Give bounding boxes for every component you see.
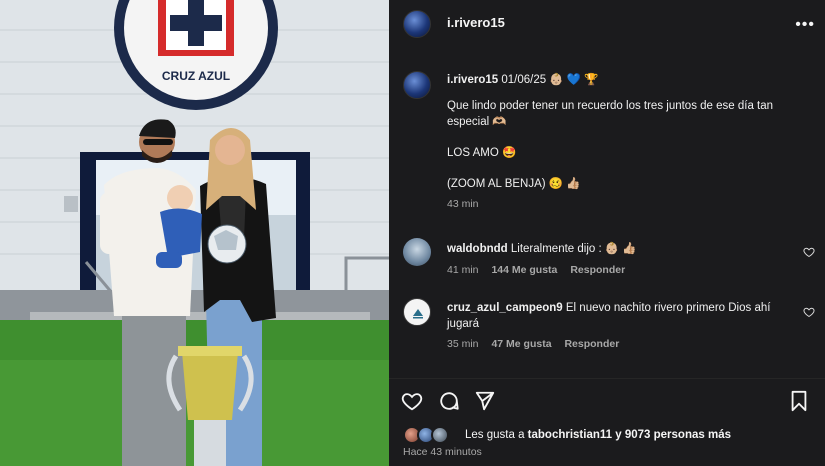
liker-avatars[interactable] bbox=[403, 426, 451, 444]
post-caption: i.rivero15 01/06/25 👶🏼 💙 🏆 Que lindo pod… bbox=[447, 72, 813, 212]
comment-reply-button[interactable]: Responder bbox=[570, 264, 625, 276]
post-photo-illustration: CRUZ AZUL bbox=[0, 0, 389, 466]
comment-reply-button[interactable]: Responder bbox=[564, 338, 619, 350]
posted-time[interactable]: Hace 43 minutos bbox=[403, 446, 482, 458]
crest-text: CRUZ AZUL bbox=[162, 69, 230, 83]
caption-username[interactable]: i.rivero15 bbox=[447, 74, 498, 86]
comment-time[interactable]: 41 min bbox=[447, 264, 479, 276]
comment-text: cruz_azul_campeon9 El nuevo nachito rive… bbox=[447, 300, 787, 332]
comment-likes[interactable]: 47 Me gusta bbox=[491, 338, 551, 350]
liker-avatar bbox=[431, 426, 449, 444]
comment-bubble-icon[interactable] bbox=[438, 390, 460, 412]
likes-user[interactable]: tabochristian11 bbox=[528, 429, 612, 441]
comment-meta: 41 min 144 Me gusta Responder bbox=[447, 264, 635, 276]
instagram-post-viewer: CRUZ AZUL i.rivero15 ••• i.rivero15 01/0… bbox=[0, 0, 825, 466]
comment-like-heart-icon[interactable] bbox=[803, 246, 815, 258]
save-bookmark-icon[interactable] bbox=[789, 390, 809, 412]
post-photo[interactable]: CRUZ AZUL bbox=[0, 0, 389, 466]
comment-username[interactable]: cruz_azul_campeon9 bbox=[447, 302, 563, 314]
caption-line-3: LOS AMO 🤩 bbox=[447, 147, 517, 159]
post-details-panel: i.rivero15 ••• i.rivero15 01/06/25 👶🏼 💙 … bbox=[389, 0, 825, 466]
author-avatar[interactable] bbox=[403, 10, 431, 38]
author-username[interactable]: i.rivero15 bbox=[447, 15, 505, 30]
caption-line-4: (ZOOM AL BENJA) 🥴 👍🏼 bbox=[447, 178, 581, 190]
caption-line-2: Que lindo poder tener un recuerdo los tr… bbox=[447, 100, 774, 128]
post-actions-bar bbox=[389, 386, 825, 416]
comment-text: waldobndd Literalmente dijo : 👶🏼 👍🏼 bbox=[447, 241, 787, 257]
comment-time[interactable]: 35 min bbox=[447, 338, 479, 350]
caption-line-1: 01/06/25 👶🏼 💙 🏆 bbox=[501, 74, 599, 86]
comment-username[interactable]: waldobndd bbox=[447, 243, 508, 255]
comment-avatar[interactable] bbox=[403, 238, 431, 266]
like-heart-icon[interactable] bbox=[401, 390, 423, 412]
soccer-ball bbox=[207, 224, 247, 264]
likes-prefix: Les gusta a bbox=[465, 429, 525, 441]
comment-meta: 35 min 47 Me gusta Responder bbox=[447, 338, 629, 350]
likes-middle: y bbox=[615, 429, 622, 441]
likes-summary: Les gusta a tabochristian11 y 9073 perso… bbox=[403, 425, 731, 445]
actions-divider bbox=[389, 378, 825, 379]
post-header: i.rivero15 ••• bbox=[389, 0, 825, 48]
comment-like-heart-icon[interactable] bbox=[803, 306, 815, 318]
share-send-icon[interactable] bbox=[474, 390, 496, 412]
caption-avatar[interactable] bbox=[403, 71, 431, 99]
comment-likes[interactable]: 144 Me gusta bbox=[491, 264, 557, 276]
more-horizontal-icon[interactable]: ••• bbox=[795, 16, 815, 34]
caption-time[interactable]: 43 min bbox=[447, 196, 813, 212]
comment-body: Literalmente dijo : 👶🏼 👍🏼 bbox=[510, 243, 637, 255]
comment-avatar[interactable] bbox=[403, 298, 431, 326]
cruz-azul-logo-icon bbox=[413, 309, 423, 319]
likes-count[interactable]: 9073 personas más bbox=[625, 429, 731, 441]
likes-text: Les gusta a tabochristian11 y 9073 perso… bbox=[465, 429, 731, 441]
